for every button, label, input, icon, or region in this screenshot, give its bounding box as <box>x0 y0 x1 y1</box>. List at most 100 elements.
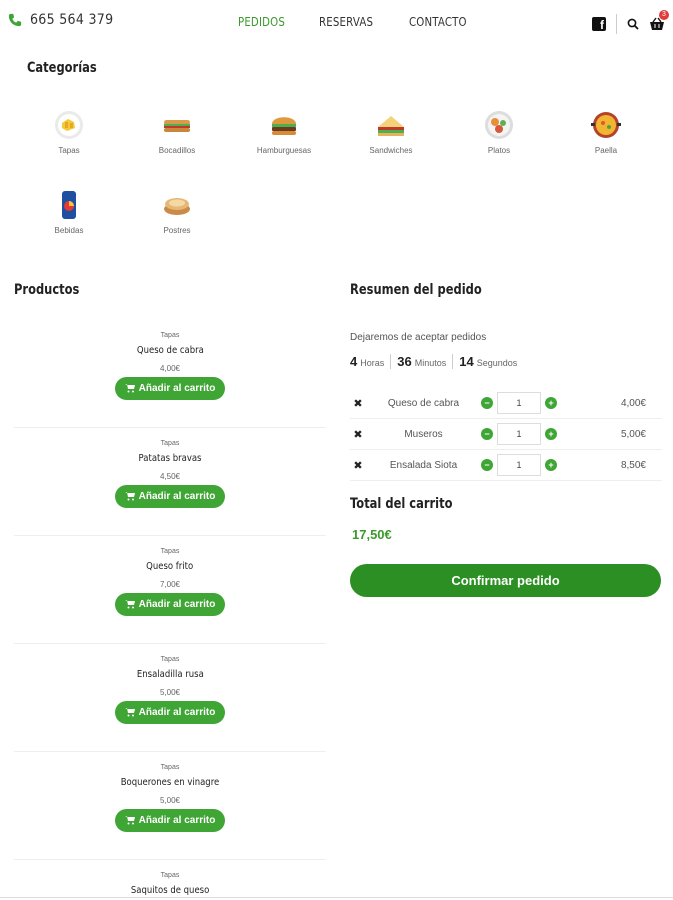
nav-pedidos[interactable]: PEDIDOS <box>238 15 285 29</box>
remove-item-button[interactable]: ✖ <box>350 459 366 472</box>
product-name: Ensaladilla rusa <box>136 669 204 680</box>
product-price: 4,50€ <box>159 472 181 481</box>
product-category: Tapas <box>160 656 180 663</box>
phone-number: 665 564 379 <box>30 12 114 28</box>
product-price: 5,00€ <box>159 688 181 697</box>
facebook-icon[interactable]: f <box>592 17 606 31</box>
category-platos[interactable]: Platos <box>444 108 554 155</box>
sandwich-icon <box>374 108 408 142</box>
cart-item-name: Museros <box>404 428 443 440</box>
product-name: Boquerones en vinagre <box>120 777 220 788</box>
decrease-qty-button[interactable]: − <box>481 459 493 471</box>
add-to-cart-button[interactable]: Añadir al carrito <box>114 809 226 832</box>
products-title: Productos <box>14 282 80 298</box>
category-label: Postres <box>163 226 191 235</box>
category-label: Hamburguesas <box>256 146 312 155</box>
product-name: Patatas bravas <box>138 453 202 464</box>
category-label: Sandwiches <box>369 146 413 155</box>
quantity-field[interactable] <box>497 454 541 476</box>
product-category: Tapas <box>160 548 180 555</box>
add-to-cart-label: Añadir al carrito <box>138 491 216 502</box>
quantity-field[interactable] <box>497 392 541 414</box>
quantity-field[interactable] <box>497 423 541 445</box>
decrease-qty-button[interactable]: − <box>481 428 493 440</box>
sandwich-baguette-icon <box>160 108 194 142</box>
add-to-cart-button[interactable]: Añadir al carrito <box>114 593 226 616</box>
cart-icon <box>124 600 135 609</box>
category-tapas[interactable]: Tapas <box>14 108 124 155</box>
top-bar: 665 564 379 PEDIDOS RESERVAS CONTACTO f … <box>0 0 673 48</box>
cart-item-price: 5,00€ <box>620 428 646 440</box>
countdown-minutes: 36 Minutos <box>390 354 452 369</box>
tapas-icon <box>52 108 86 142</box>
category-hamburguesas[interactable]: Hamburguesas <box>229 108 339 155</box>
add-to-cart-label: Añadir al carrito <box>138 599 216 610</box>
product-category: Tapas <box>160 440 180 447</box>
cart-button[interactable]: 3 <box>649 10 669 32</box>
category-label: Platos <box>487 146 511 155</box>
category-bocadillos[interactable]: Bocadillos <box>122 108 232 155</box>
product-name: Saquitos de queso <box>130 885 210 896</box>
paella-icon <box>589 108 623 142</box>
cart-total-value: 17,50€ <box>352 527 392 542</box>
product-card: Tapas Boquerones en vinagre 5,00€ Añadir… <box>14 752 326 860</box>
main-nav: PEDIDOS RESERVAS CONTACTO <box>238 15 477 29</box>
confirm-order-button[interactable]: Confirmar pedido <box>350 564 661 597</box>
countdown-hours: 4 Horas <box>350 354 385 369</box>
categories-title: Categorías <box>27 60 97 76</box>
remove-item-button[interactable]: ✖ <box>350 397 366 410</box>
add-to-cart-button[interactable]: Añadir al carrito <box>114 485 226 508</box>
quantity-stepper: − + <box>481 423 557 445</box>
cart-icon <box>124 384 135 393</box>
category-postres[interactable]: Postres <box>122 188 232 235</box>
increase-qty-button[interactable]: + <box>545 428 557 440</box>
product-card: Tapas Queso de cabra 4,00€ Añadir al car… <box>14 320 326 428</box>
cart-row: ✖ Ensalada Siota − + 8,50€ <box>350 450 662 481</box>
product-name: Queso de cabra <box>136 345 204 356</box>
dessert-icon <box>160 188 194 222</box>
burger-icon <box>267 108 301 142</box>
cart-item-name: Ensalada Siota <box>389 459 458 471</box>
cart-row: ✖ Museros − + 5,00€ <box>350 419 662 450</box>
countdown-seconds: 14 Segundos <box>452 354 523 369</box>
remove-item-button[interactable]: ✖ <box>350 428 366 441</box>
add-to-cart-button[interactable]: Añadir al carrito <box>114 701 226 724</box>
cart-count-badge: 3 <box>659 10 669 20</box>
header-actions: f 3 <box>592 10 669 34</box>
plate-icon <box>482 108 516 142</box>
divider <box>616 14 617 34</box>
phone-contact[interactable]: 665 564 379 <box>8 12 113 28</box>
add-to-cart-button[interactable]: Añadir al carrito <box>114 377 226 400</box>
product-card: Tapas Queso frito 7,00€ Añadir al carrit… <box>14 536 326 644</box>
quantity-stepper: − + <box>481 454 557 476</box>
product-card: Tapas Saquitos de queso <box>14 860 326 898</box>
product-price: 7,00€ <box>159 580 181 589</box>
category-bebidas[interactable]: Bebidas <box>14 188 124 235</box>
product-category: Tapas <box>160 332 180 339</box>
nav-contacto[interactable]: CONTACTO <box>409 15 467 29</box>
search-icon[interactable] <box>627 18 639 30</box>
add-to-cart-label: Añadir al carrito <box>138 707 216 718</box>
category-paella[interactable]: Paella <box>551 108 661 155</box>
product-card: Tapas Ensaladilla rusa 5,00€ Añadir al c… <box>14 644 326 752</box>
add-to-cart-label: Añadir al carrito <box>138 815 216 826</box>
cart-icon <box>124 816 135 825</box>
cart-row: ✖ Queso de cabra − + 4,00€ <box>350 388 662 419</box>
drink-can-icon <box>52 188 86 222</box>
cart-total-title: Total del carrito <box>350 496 453 512</box>
category-label: Bebidas <box>54 226 84 235</box>
phone-icon <box>8 13 22 27</box>
quantity-stepper: − + <box>481 392 557 414</box>
decrease-qty-button[interactable]: − <box>481 397 493 409</box>
cart-icon <box>124 708 135 717</box>
nav-reservas[interactable]: RESERVAS <box>319 15 373 29</box>
increase-qty-button[interactable]: + <box>545 459 557 471</box>
category-label: Tapas <box>58 146 80 155</box>
deadline-text: Dejaremos de aceptar pedidos <box>350 332 487 343</box>
product-category: Tapas <box>160 872 180 879</box>
category-sandwiches[interactable]: Sandwiches <box>336 108 446 155</box>
increase-qty-button[interactable]: + <box>545 397 557 409</box>
product-price: 5,00€ <box>159 796 181 805</box>
product-category: Tapas <box>160 764 180 771</box>
product-card: Tapas Patatas bravas 4,50€ Añadir al car… <box>14 428 326 536</box>
